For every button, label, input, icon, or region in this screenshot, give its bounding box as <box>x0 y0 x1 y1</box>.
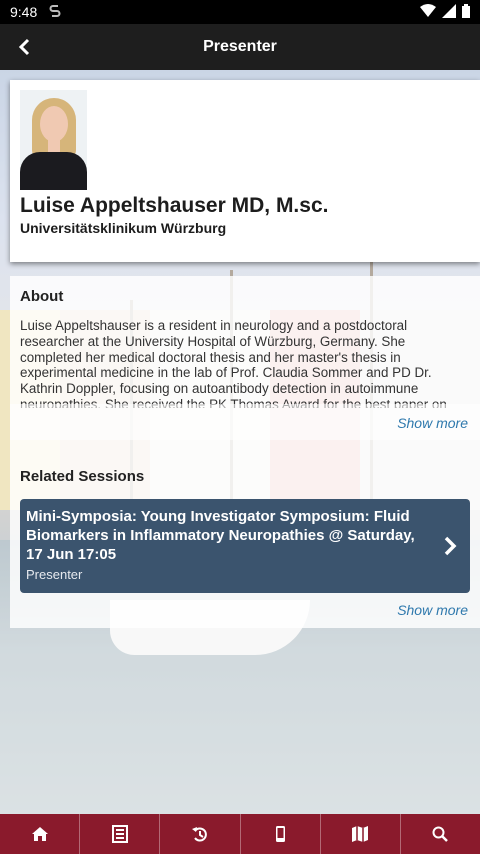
back-button[interactable] <box>12 34 36 60</box>
session-item[interactable]: Mini-Symposia: Young Investigator Sympos… <box>20 499 470 593</box>
session-title: Mini-Symposia: Young Investigator Sympos… <box>26 508 415 563</box>
presenter-affiliation: Universitätsklinikum Würzburg <box>20 220 227 236</box>
sync-icon <box>49 4 61 21</box>
agenda-icon <box>111 825 128 843</box>
sessions-show-more-link[interactable]: Show more <box>397 602 468 618</box>
nav-search[interactable] <box>401 814 480 854</box>
about-text: Luise Appeltshauser is a resident in neu… <box>20 318 447 408</box>
session-role: Presenter <box>26 567 83 582</box>
search-icon <box>432 826 449 842</box>
nav-map[interactable] <box>321 814 401 854</box>
history-icon <box>191 827 207 842</box>
presenter-name: Luise Appeltshauser MD, M.sc. <box>20 194 329 217</box>
map-icon <box>352 826 369 842</box>
nav-agenda[interactable] <box>80 814 161 854</box>
details-panel: About Luise Appeltshauser is a resident … <box>10 276 480 628</box>
nav-home[interactable] <box>0 814 81 854</box>
presenter-photo <box>20 90 87 190</box>
status-bar: 9:48 <box>0 0 480 24</box>
presenter-card: Luise Appeltshauser MD, M.sc. Universitä… <box>10 80 480 262</box>
about-heading: About <box>20 288 64 305</box>
page-title: Presenter <box>203 38 277 55</box>
app-header: Presenter <box>0 24 480 70</box>
status-time: 9:48 <box>10 4 38 20</box>
battery-icon <box>462 3 470 21</box>
signal-icon <box>442 3 456 21</box>
wifi-icon <box>420 3 436 21</box>
about-show-more-link[interactable]: Show more <box>397 415 468 431</box>
mobile-icon <box>276 826 286 842</box>
nav-mobile[interactable] <box>241 814 321 854</box>
bottom-nav <box>0 814 480 854</box>
chevron-right-icon <box>444 536 457 556</box>
chevron-left-icon <box>18 38 30 56</box>
home-icon <box>31 827 48 841</box>
related-sessions-heading: Related Sessions <box>20 468 145 485</box>
nav-history[interactable] <box>160 814 241 854</box>
